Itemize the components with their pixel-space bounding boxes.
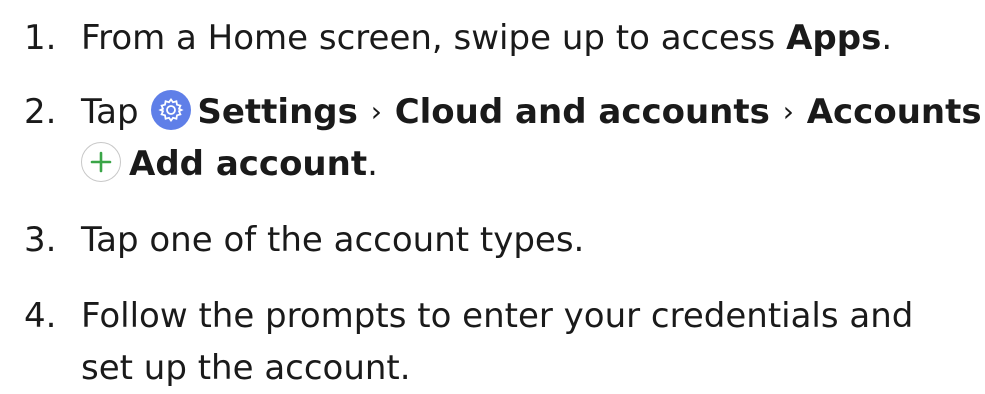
step-2-line-2: Add account. — [24, 138, 985, 190]
settings-label: Settings — [197, 92, 358, 132]
step-text-continued: set up the account. — [81, 348, 411, 388]
settings-gear-icon — [151, 90, 192, 130]
step-text: Tap — [81, 92, 150, 132]
step-text: Follow the prompts to enter your credent… — [81, 296, 914, 336]
cloud-and-accounts-label: Cloud and accounts — [394, 92, 770, 132]
step-number: 1. — [24, 18, 57, 58]
plus-icon — [81, 142, 121, 182]
step-number: 3. — [24, 220, 57, 260]
step-3: 3. Tap one of the account types. — [24, 214, 584, 266]
add-account-label: Add account — [129, 144, 368, 184]
step-text: From a Home screen, swipe up to access — [81, 18, 787, 58]
chevron-right-icon: › — [782, 95, 794, 128]
step-number: 4. — [24, 296, 57, 336]
step-number: 2. — [24, 92, 57, 132]
step-text: Tap one of the account types. — [81, 220, 585, 260]
punctuation: . — [881, 18, 893, 58]
step-2: 2. Tap Settings › Cloud and accounts › Ac… — [24, 86, 985, 190]
apps-label: Apps — [786, 18, 882, 58]
step-4: 4. Follow the prompts to enter your crede… — [24, 290, 913, 394]
step-1: 1. From a Home screen, swipe up to access… — [24, 12, 892, 64]
accounts-label: Accounts — [806, 92, 982, 132]
punctuation: . — [367, 144, 378, 184]
chevron-right-icon: › — [370, 95, 382, 128]
